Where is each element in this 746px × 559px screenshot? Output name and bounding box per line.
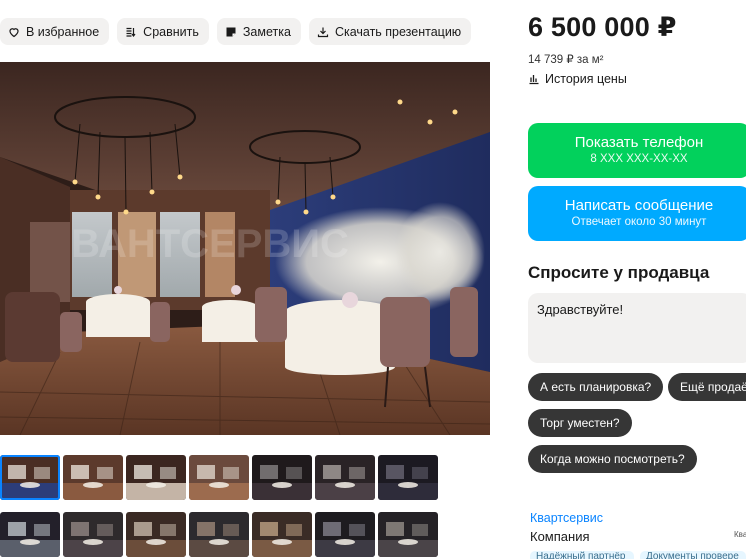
thumbnail-image [189, 512, 249, 557]
write-message-label: Написать сообщение [564, 197, 714, 214]
reply-time: Отвечает около 30 минут [571, 216, 707, 228]
note-icon [226, 27, 236, 36]
photo-thumbnail[interactable] [378, 512, 438, 557]
thumbnail-image [63, 455, 123, 500]
quick-question-chip[interactable]: А есть планировка? [528, 373, 664, 401]
photo-thumbnail[interactable] [63, 512, 123, 557]
thumbnail-image [0, 455, 60, 500]
show-phone-button[interactable]: Показать телефон 8 XXX XXX-XX-XX [528, 123, 746, 178]
seller-badge: Надёжный партнёр [530, 551, 634, 559]
photo-thumbnail[interactable] [189, 455, 249, 500]
price-history-link[interactable]: История цены [528, 72, 627, 86]
price: 6 500 000 ₽ [528, 12, 677, 42]
compare-button[interactable]: Сравнить [117, 18, 209, 45]
download-label: Скачать презентацию [334, 24, 462, 39]
thumbnail-image [378, 455, 438, 500]
thumbnail-image [378, 512, 438, 557]
photo-thumbnail[interactable] [378, 455, 438, 500]
ask-message-input[interactable]: Здравствуйте! [528, 293, 746, 363]
thumbnail-image [126, 512, 186, 557]
restaurant-interior-image: ВАНТСЕРВИС [0, 62, 490, 435]
thumbnail-strip [0, 455, 446, 559]
photo-thumbnail[interactable] [0, 455, 60, 500]
favorite-label: В избранное [26, 24, 100, 39]
compare-icon [126, 27, 136, 37]
photo-thumbnail[interactable] [126, 455, 186, 500]
show-phone-label: Показать телефон [574, 134, 704, 151]
photo-thumbnail[interactable] [315, 455, 375, 500]
seller-side-label: Ква [734, 530, 746, 539]
thumbnail-image [63, 512, 123, 557]
masked-phone: 8 XXX XXX-XX-XX [590, 153, 688, 165]
thumbnail-image [315, 455, 375, 500]
offer-panel: 6 500 000 ₽ 14 739 ₽ за м² История цены … [528, 0, 746, 559]
photo-thumbnail[interactable] [252, 455, 312, 500]
price-history-label: История цены [545, 72, 627, 86]
quick-question-chip[interactable]: Торг уместен? [528, 409, 632, 437]
photo-thumbnail[interactable] [315, 512, 375, 557]
seller-badge: Документы провере [640, 551, 746, 559]
compare-label: Сравнить [143, 24, 199, 39]
quick-question-chip[interactable]: Ещё продаёте? [668, 373, 746, 401]
bar-chart-icon [529, 75, 539, 85]
note-label: Заметка [242, 24, 291, 39]
write-message-button[interactable]: Написать сообщение Отвечает около 30 мин… [528, 186, 746, 241]
thumbnail-image [0, 512, 60, 557]
photo-watermark: ВАНТСЕРВИС [71, 222, 349, 266]
favorite-button[interactable]: В избранное [0, 18, 110, 45]
listing-toolbar: В избранное Сравнить Заметка Скачать пре… [0, 18, 472, 45]
thumbnail-image [252, 455, 312, 500]
seller-name-link[interactable]: Квартсервис [530, 511, 603, 525]
photo-thumbnail[interactable] [0, 512, 60, 557]
note-button[interactable]: Заметка [216, 18, 301, 45]
thumbnail-image [126, 455, 186, 500]
thumbnail-image [252, 512, 312, 557]
quick-question-chip[interactable]: Когда можно посмотреть? [528, 445, 697, 473]
photo-thumbnail[interactable] [63, 455, 123, 500]
download-icon [317, 27, 329, 37]
ask-seller-title: Спросите у продавца [528, 263, 710, 282]
download-presentation-button[interactable]: Скачать презентацию [308, 18, 472, 45]
photo-thumbnail[interactable] [189, 512, 249, 557]
price-per-m2: 14 739 ₽ за м² [528, 54, 604, 66]
heart-icon [9, 27, 19, 37]
photo-thumbnail[interactable] [252, 512, 312, 557]
seller-type: Компания [530, 529, 590, 544]
main-photo[interactable]: ВАНТСЕРВИС [0, 62, 490, 435]
photo-thumbnail[interactable] [126, 512, 186, 557]
thumbnail-image [315, 512, 375, 557]
thumbnail-image [189, 455, 249, 500]
